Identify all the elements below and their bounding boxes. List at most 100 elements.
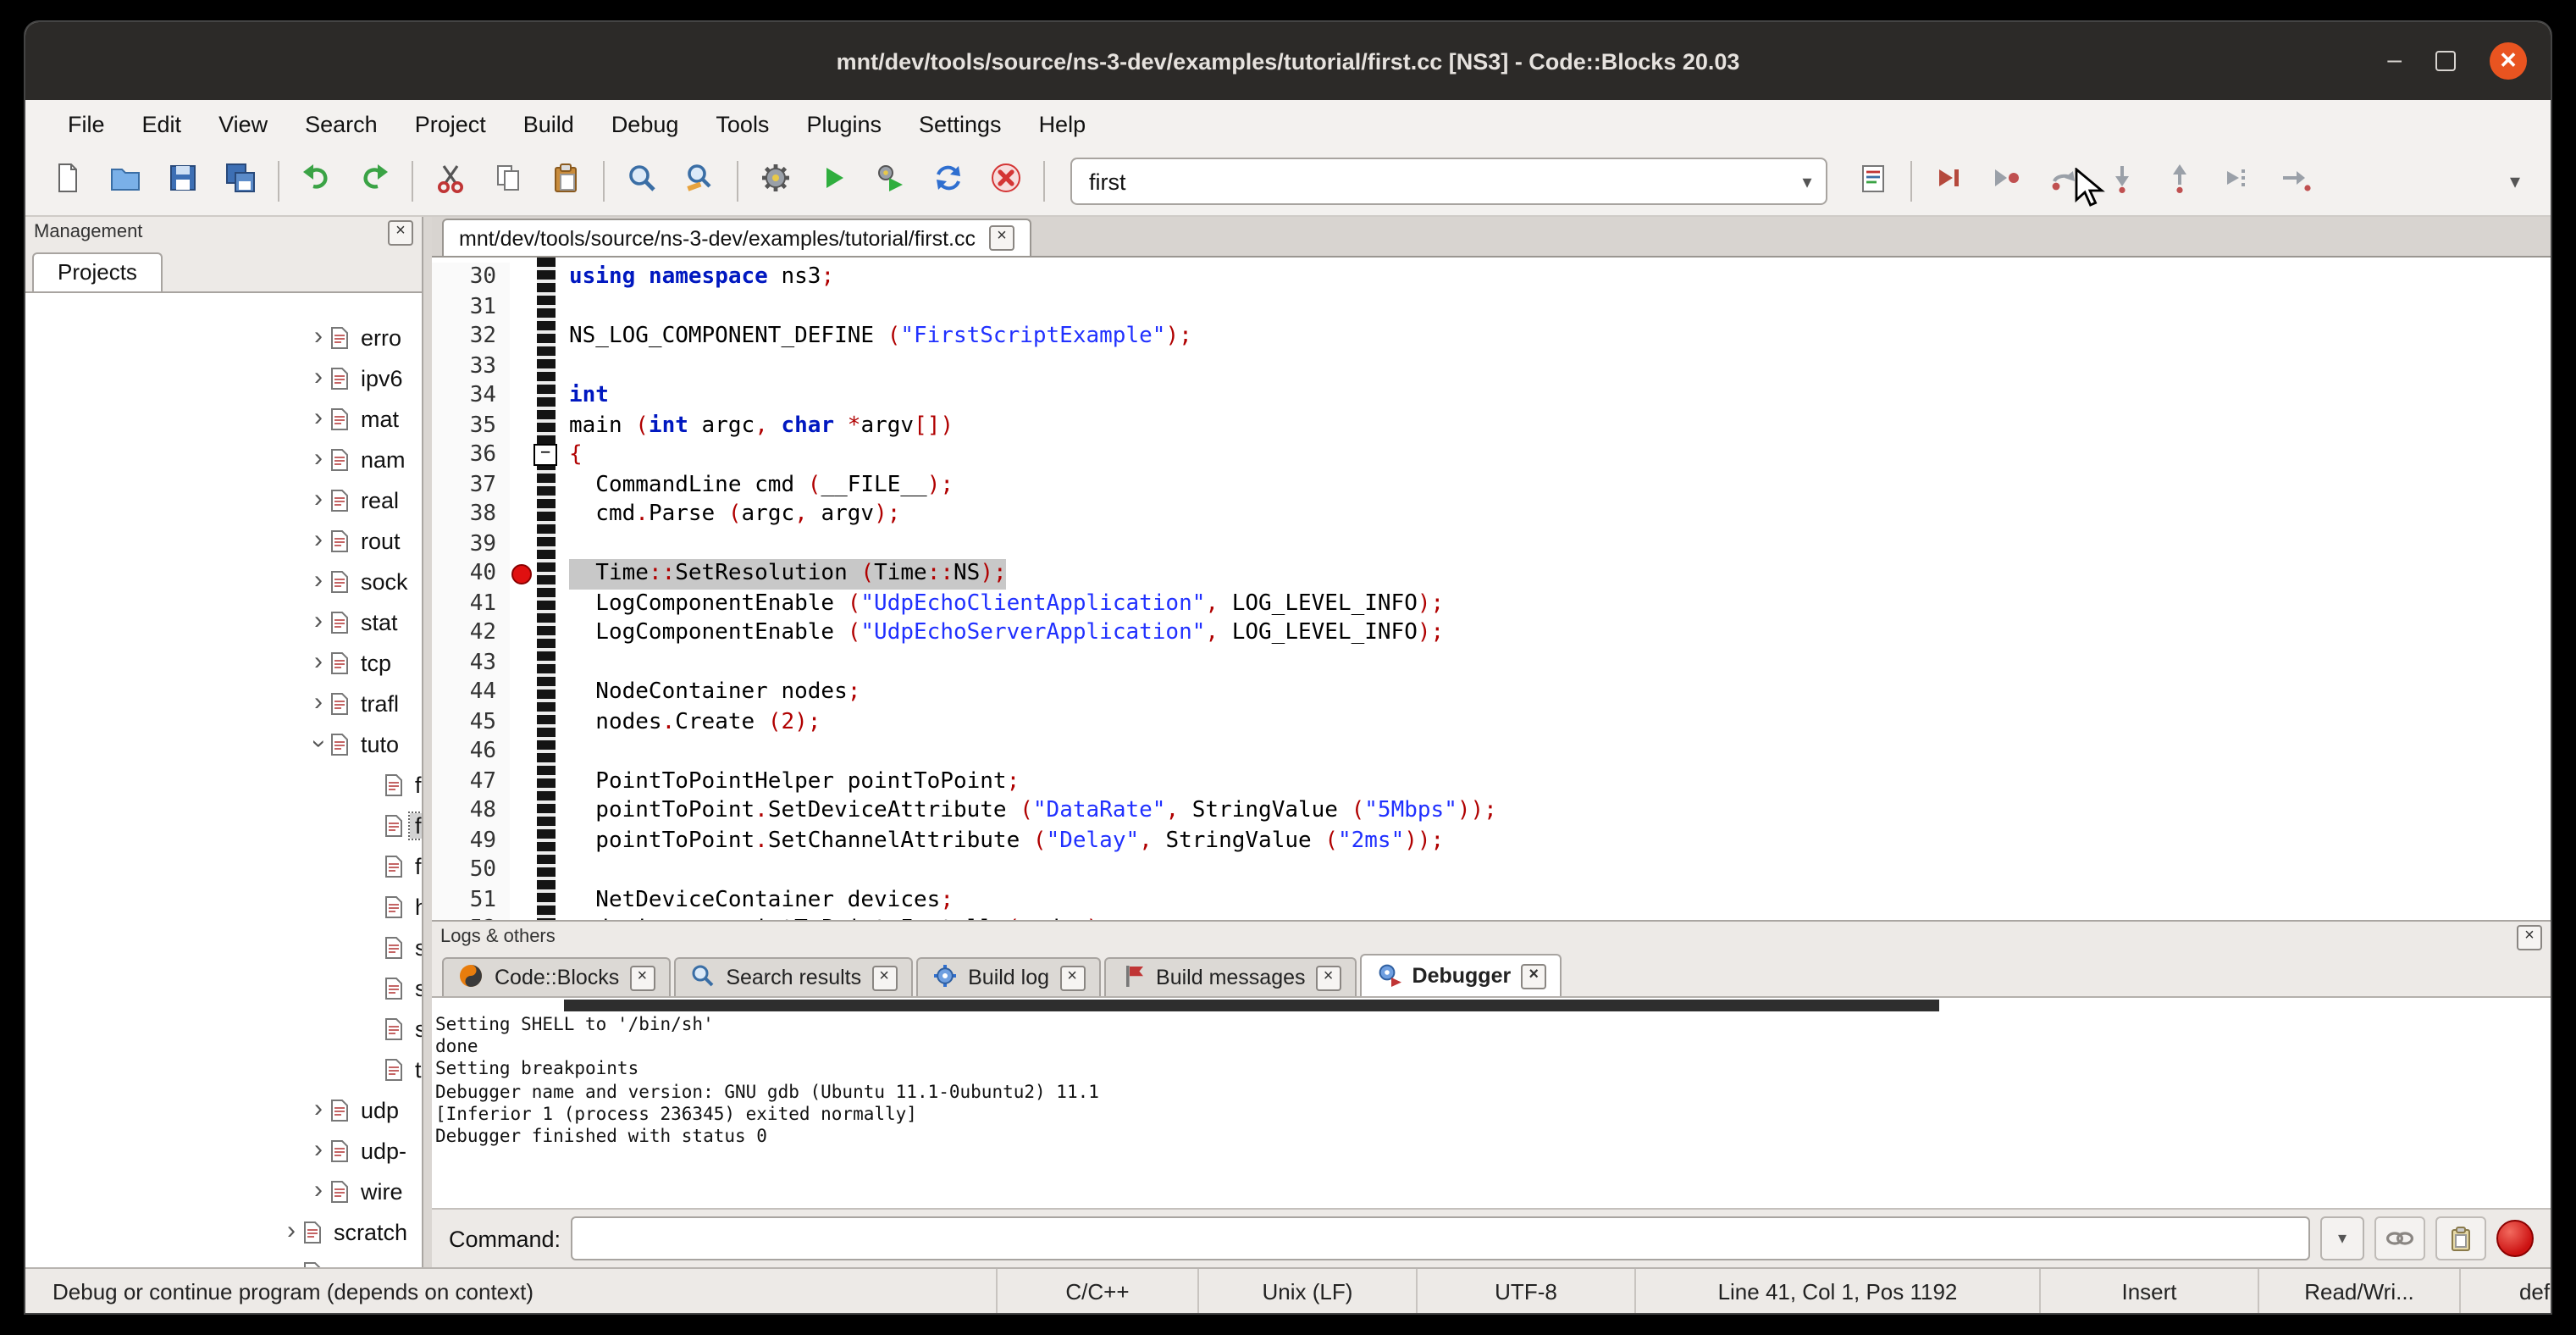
code-line-46[interactable]: 46 (432, 737, 2551, 767)
build-and-run-button[interactable] (862, 156, 920, 207)
code-line-51[interactable]: 51 NetDeviceContainer devices; (432, 885, 2551, 915)
build-button[interactable] (747, 156, 804, 207)
logs-tab-search-results[interactable]: Search results× (673, 957, 912, 996)
close-icon[interactable]: × (989, 225, 1014, 251)
chevron-right-icon[interactable]: › (307, 529, 330, 552)
code-line-36[interactable]: 36{ (432, 440, 2551, 470)
debug-continue-button[interactable] (1921, 156, 1978, 207)
breakpoint-marker[interactable] (511, 563, 532, 584)
breakpoint-margin[interactable] (510, 826, 537, 856)
undo-button[interactable] (288, 156, 345, 207)
code-line-30[interactable]: 30using namespace ns3; (432, 263, 2551, 292)
tree-item-scratch[interactable]: ›scratch (25, 1211, 422, 1252)
tree-item-wire[interactable]: ›wire (25, 1171, 422, 1211)
menu-item-tools[interactable]: Tools (697, 104, 788, 143)
breakpoint-margin[interactable] (510, 737, 537, 767)
chevron-right-icon[interactable]: › (307, 366, 330, 390)
code-line-49[interactable]: 49 pointToPoint.SetChannelAttribute ("De… (432, 826, 2551, 856)
menu-item-help[interactable]: Help (1020, 104, 1105, 143)
code-line-42[interactable]: 42 LogComponentEnable ("UdpEchoServerApp… (432, 618, 2551, 648)
menu-item-build[interactable]: Build (505, 104, 593, 143)
tree-item-se[interactable]: se (25, 967, 422, 1008)
breakpoint-margin[interactable] (510, 529, 537, 559)
close-icon[interactable]: × (388, 219, 413, 245)
cut-button[interactable] (422, 156, 479, 207)
tree-item-th[interactable]: th (25, 1049, 422, 1089)
replace-button[interactable] (671, 156, 728, 207)
breakpoint-margin[interactable] (510, 263, 537, 292)
logs-tab-build-log[interactable]: Build log× (915, 957, 1100, 996)
code-line-45[interactable]: 45 nodes.Create (2); (432, 707, 2551, 737)
step-into-instruction-button[interactable] (2266, 156, 2324, 207)
tree-item-ipv6[interactable]: ›ipv6 (25, 357, 422, 398)
close-icon[interactable]: × (1316, 965, 1341, 990)
command-input[interactable] (571, 1216, 2310, 1260)
panel-splitter[interactable] (423, 217, 432, 1267)
log-selected-line[interactable] (564, 1000, 1939, 1011)
logs-tab-code-blocks[interactable]: Code::Blocks× (442, 957, 670, 996)
breakpoint-margin[interactable] (510, 618, 537, 648)
command-history-dropdown[interactable]: ▾ (2320, 1216, 2364, 1260)
code-line-50[interactable]: 50 (432, 856, 2551, 885)
close-icon[interactable]: × (1059, 965, 1085, 990)
code-line-38[interactable]: 38 cmd.Parse (argc, argv); (432, 500, 2551, 529)
rebuild-button[interactable] (920, 156, 977, 207)
code-line-47[interactable]: 47 PointToPointHelper pointToPoint; (432, 767, 2551, 796)
save-file-button[interactable] (154, 156, 212, 207)
menu-item-settings[interactable]: Settings (900, 104, 1020, 143)
breakpoint-margin[interactable] (510, 885, 537, 915)
breakpoint-margin[interactable] (510, 559, 537, 589)
debugger-log[interactable]: Setting SHELL to '/bin/sh'doneSetting br… (432, 998, 2551, 1208)
chevron-right-icon[interactable]: › (307, 1179, 330, 1203)
close-icon[interactable]: × (1521, 963, 1546, 989)
tree-item-trafl[interactable]: ›trafl (25, 683, 422, 723)
tree-item-fo[interactable]: fo (25, 845, 422, 886)
close-icon[interactable]: × (629, 965, 655, 990)
search-combo[interactable]: ▾ (1070, 158, 1827, 205)
chevron-right-icon[interactable]: › (307, 488, 330, 512)
tree-item-tcp[interactable]: ›tcp (25, 642, 422, 683)
chevron-right-icon[interactable]: › (307, 1098, 330, 1122)
tree-item-sock[interactable]: ›sock (25, 561, 422, 601)
breakpoint-margin[interactable] (510, 648, 537, 678)
breakpoint-margin[interactable] (510, 589, 537, 618)
logs-tab-build-messages[interactable]: Build messages× (1103, 957, 1357, 996)
code-line-44[interactable]: 44 NodeContainer nodes; (432, 678, 2551, 707)
editor-tab-first-cc[interactable]: mnt/dev/tools/source/ns-3-dev/examples/t… (442, 219, 1031, 256)
tree-item-src[interactable]: ›src (25, 1252, 422, 1267)
code-line-35[interactable]: 35main (int argc, char *argv[]) (432, 411, 2551, 440)
chevron-right-icon[interactable]: › (307, 325, 330, 349)
breakpoint-margin[interactable] (510, 678, 537, 707)
tree-item-stat[interactable]: ›stat (25, 601, 422, 642)
code-line-40[interactable]: 40 Time::SetResolution (Time::NS); (432, 559, 2551, 589)
code-line-32[interactable]: 32NS_LOG_COMPONENT_DEFINE ("FirstScriptE… (432, 322, 2551, 352)
code-line-37[interactable]: 37 CommandLine cmd (__FILE__); (432, 470, 2551, 500)
code-line-39[interactable]: 39 (432, 529, 2551, 559)
tree-item-udp[interactable]: ›udp (25, 1089, 422, 1130)
tree-item-six[interactable]: six (25, 1008, 422, 1049)
stop-debugger-icon[interactable] (2496, 1220, 2534, 1257)
step-out-button[interactable] (2151, 156, 2208, 207)
tree-item-erro[interactable]: ›erro (25, 317, 422, 357)
code-line-34[interactable]: 34int (432, 381, 2551, 411)
run-to-cursor-button[interactable] (1978, 156, 2036, 207)
breakpoint-margin[interactable] (510, 470, 537, 500)
chevron-right-icon[interactable]: › (307, 691, 330, 715)
code-editor[interactable]: 30using namespace ns3;3132NS_LOG_COMPONE… (432, 258, 2551, 920)
logs-tab-debugger[interactable]: Debugger× (1360, 954, 1562, 996)
menu-item-debug[interactable]: Debug (593, 104, 698, 143)
menu-item-search[interactable]: Search (286, 104, 396, 143)
clipboard-icon[interactable] (2435, 1216, 2486, 1260)
tree-item-nam[interactable]: ›nam (25, 439, 422, 479)
chevron-down-icon[interactable]: › (307, 732, 330, 756)
breakpoint-margin[interactable] (510, 500, 537, 529)
tree-item-se[interactable]: se (25, 927, 422, 967)
breakpoint-margin[interactable] (510, 856, 537, 885)
minimize-button[interactable]: – (2387, 53, 2402, 69)
breakpoint-margin[interactable] (510, 322, 537, 352)
fold-marker-open[interactable]: − (533, 444, 557, 466)
paste-button[interactable] (537, 156, 594, 207)
breakpoint-margin[interactable] (510, 292, 537, 322)
menu-item-view[interactable]: View (200, 104, 286, 143)
chevron-right-icon[interactable]: › (307, 407, 330, 430)
